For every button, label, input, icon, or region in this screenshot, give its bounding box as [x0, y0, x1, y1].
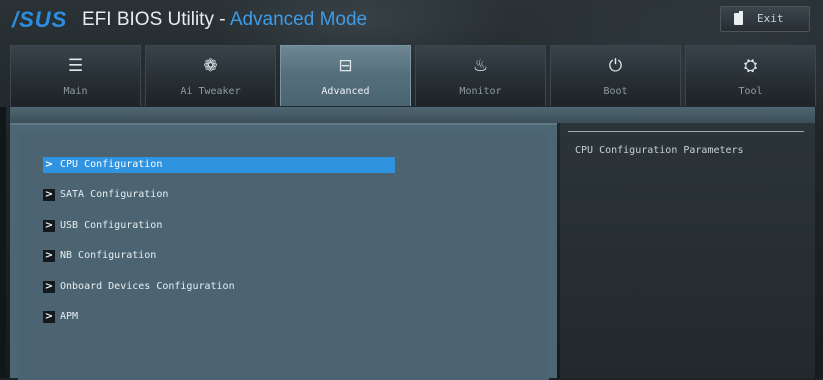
menu-item-sata-configuration[interactable]: > SATA Configuration	[43, 187, 393, 203]
asus-logo: /SUS	[12, 7, 68, 32]
menu-item-label: SATA Configuration	[60, 189, 169, 200]
submenu-arrow-icon: >	[43, 250, 55, 262]
exit-button[interactable]: Exit	[720, 6, 810, 32]
help-panel: CPU Configuration Parameters	[560, 123, 815, 378]
submenu-arrow-icon: >	[43, 189, 55, 201]
menu-item-apm[interactable]: > APM	[43, 309, 393, 325]
header-bar: /SUS EFI BIOS Utility - Advanced Mode Ex…	[0, 0, 823, 42]
tab-label: Boot	[603, 86, 628, 97]
power-icon: ⏻	[608, 56, 623, 76]
list-icon: ☰	[67, 56, 84, 76]
tab-content-strip	[10, 107, 815, 123]
exit-label: Exit	[757, 12, 784, 25]
menu-item-onboard-devices-configuration[interactable]: > Onboard Devices Configuration	[43, 279, 393, 295]
menu-item-cpu-configuration[interactable]: > CPU Configuration	[43, 157, 395, 173]
tab-label: Ai Tweaker	[180, 86, 241, 97]
tab-label: Main	[63, 86, 88, 97]
title-mode: Advanced Mode	[229, 9, 368, 30]
menu-item-label: Onboard Devices Configuration	[60, 281, 235, 292]
tab-label: Tool	[738, 86, 763, 97]
main-tabs: ☰ Main ❁ Ai Tweaker ⊟ Advanced ♨ Monitor…	[10, 45, 816, 107]
tab-advanced[interactable]: ⊟ Advanced	[280, 45, 411, 106]
tab-tool[interactable]: ⛭ Tool	[685, 45, 816, 106]
menu-item-usb-configuration[interactable]: > USB Configuration	[43, 218, 393, 234]
tab-label: Advanced	[321, 86, 370, 97]
fan-icon: ❁	[203, 56, 218, 76]
toolbox-icon: ⛭	[743, 56, 758, 76]
tab-label: Monitor	[459, 86, 502, 97]
tab-monitor[interactable]: ♨ Monitor	[415, 45, 546, 106]
exit-door-icon	[734, 11, 743, 25]
menu-item-label: USB Configuration	[60, 220, 163, 231]
submenu-arrow-icon: >	[43, 159, 55, 171]
submenu-arrow-icon: >	[43, 281, 55, 293]
tab-boot[interactable]: ⏻ Boot	[550, 45, 681, 106]
tab-ai-tweaker[interactable]: ❁ Ai Tweaker	[145, 45, 276, 106]
title-prefix: EFI BIOS Utility -	[82, 9, 230, 30]
help-description: CPU Configuration Parameters	[575, 145, 744, 156]
menu-item-label: CPU Configuration	[60, 159, 163, 170]
window-title: EFI BIOS Utility - Advanced Mode	[82, 8, 367, 32]
submenu-arrow-icon: >	[43, 220, 55, 232]
submenu-arrow-icon: >	[43, 311, 55, 323]
advanced-info-icon: ⊟	[338, 56, 353, 76]
menu-item-label: APM	[60, 311, 79, 322]
menu-item-label: NB Configuration	[60, 250, 157, 261]
monitor-gauge-icon: ♨	[472, 56, 489, 76]
help-divider	[568, 131, 804, 132]
tab-main[interactable]: ☰ Main	[10, 45, 141, 106]
left-edge	[0, 107, 6, 378]
menu-item-nb-configuration[interactable]: > NB Configuration	[43, 248, 393, 264]
